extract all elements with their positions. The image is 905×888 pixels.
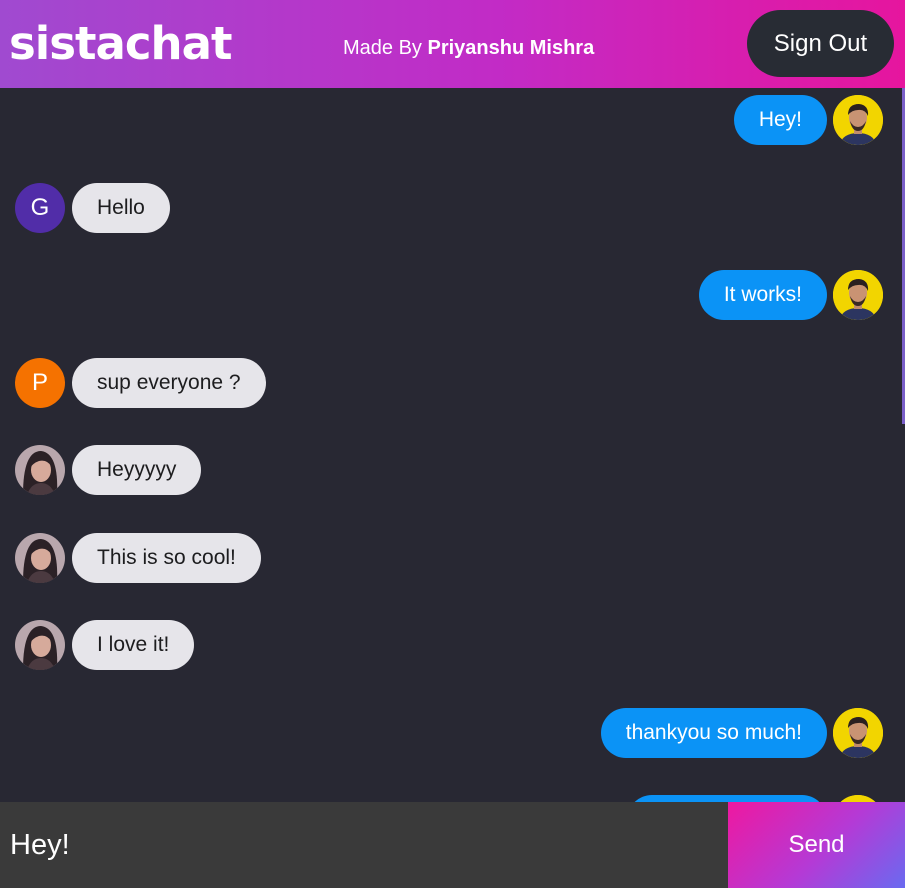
message-text: It works! xyxy=(698,270,827,320)
app-title: sistachat xyxy=(9,17,232,70)
message-text: sup everyone ? xyxy=(72,358,266,408)
chat-room[interactable]: Hey! G Hello It works! P sup everyone ? xyxy=(0,88,902,802)
user-avatar-photo xyxy=(15,533,65,583)
male-user-icon xyxy=(833,270,883,320)
message-received: This is so cool! xyxy=(15,533,261,583)
message-sent-partial xyxy=(627,795,883,802)
user-avatar-photo xyxy=(833,795,883,802)
message-received: I love it! xyxy=(15,620,195,670)
user-avatar-photo xyxy=(15,620,65,670)
user-avatar-photo xyxy=(15,445,65,495)
message-text xyxy=(627,795,827,802)
app-header: sistachat Made By Priyanshu Mishra Sign … xyxy=(0,0,905,88)
user-avatar-photo xyxy=(833,708,883,758)
male-user-icon xyxy=(833,95,883,145)
female-user-icon xyxy=(15,445,65,495)
male-user-icon xyxy=(833,708,883,758)
message-sent: It works! xyxy=(698,270,883,320)
message-received: G Hello xyxy=(15,183,170,233)
message-received: Heyyyyy xyxy=(15,445,202,495)
male-user-icon xyxy=(833,795,883,802)
message-received: P sup everyone ? xyxy=(15,358,266,408)
message-text: thankyou so much! xyxy=(600,708,827,758)
message-form: Send xyxy=(0,802,905,888)
message-sent: Hey! xyxy=(733,95,883,145)
made-by-prefix: Made By xyxy=(343,37,428,59)
message-text: I love it! xyxy=(72,620,195,670)
sign-out-button[interactable]: Sign Out xyxy=(747,10,894,77)
author-name: Priyanshu Mishra xyxy=(427,37,595,59)
made-by-credit: Made By Priyanshu Mishra xyxy=(343,34,594,62)
user-avatar-letter: P xyxy=(15,358,65,408)
user-avatar-letter: G xyxy=(15,183,65,233)
message-sent: thankyou so much! xyxy=(600,708,883,758)
female-user-icon xyxy=(15,533,65,583)
user-avatar-photo xyxy=(833,95,883,145)
message-text: This is so cool! xyxy=(72,533,261,583)
message-text: Hey! xyxy=(733,95,827,145)
message-text: Heyyyyy xyxy=(72,445,202,495)
user-avatar-photo xyxy=(833,270,883,320)
message-text: Hello xyxy=(72,183,170,233)
message-input[interactable] xyxy=(0,802,728,888)
send-button[interactable]: Send xyxy=(728,802,905,888)
female-user-icon xyxy=(15,620,65,670)
